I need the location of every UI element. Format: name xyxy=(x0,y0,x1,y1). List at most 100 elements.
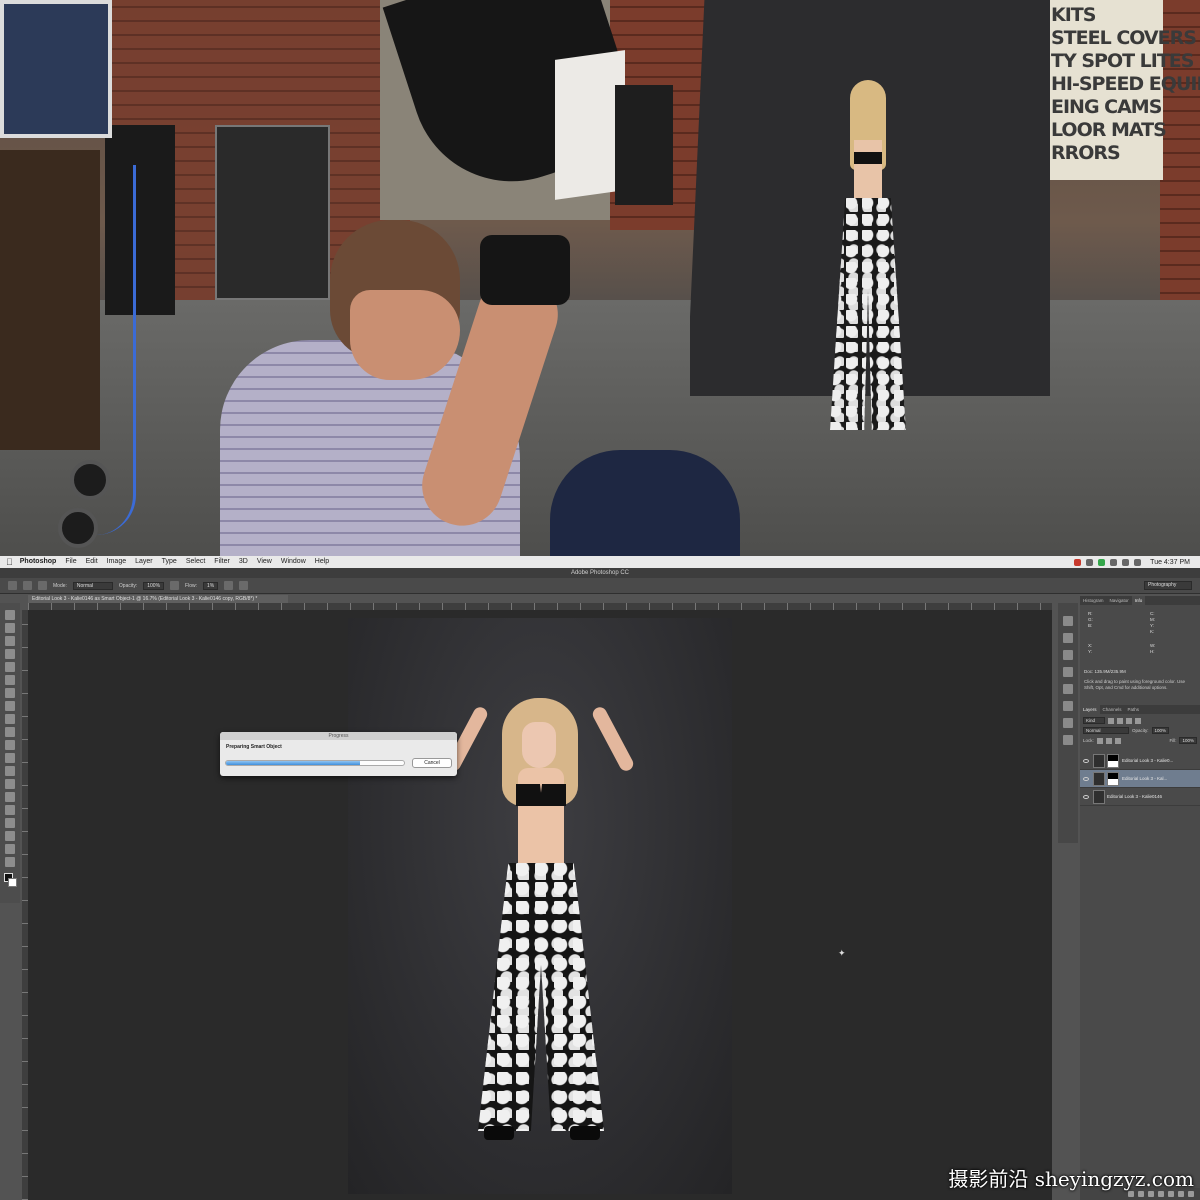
status-app-icon[interactable] xyxy=(1086,558,1094,566)
history-brush-tool-icon[interactable] xyxy=(5,727,15,737)
actions-panel-icon[interactable] xyxy=(1063,633,1073,643)
clone-stamp-tool-icon[interactable] xyxy=(5,714,15,724)
filter-adjustment-icon[interactable] xyxy=(1117,717,1123,724)
move-tool-icon[interactable] xyxy=(5,610,15,620)
layer-thumbnail xyxy=(1093,771,1105,786)
menu-image[interactable]: Image xyxy=(107,556,126,568)
lasso-tool-icon[interactable] xyxy=(5,636,15,646)
workspace-switcher[interactable]: Photography xyxy=(1144,581,1192,590)
quick-select-tool-icon[interactable] xyxy=(5,649,15,659)
progress-dialog: Progress Preparing Smart Object Cancel xyxy=(220,732,457,776)
eraser-tool-icon[interactable] xyxy=(5,740,15,750)
document-canvas[interactable] xyxy=(348,618,732,1194)
layer-thumbnail xyxy=(1093,753,1105,768)
menu-help[interactable]: Help xyxy=(315,556,329,568)
crop-tool-icon[interactable] xyxy=(5,662,15,672)
tab-navigator[interactable]: Navigator xyxy=(1107,596,1132,605)
visibility-eye-icon[interactable] xyxy=(1083,794,1089,799)
progress-message: Preparing Smart Object xyxy=(226,744,282,750)
menu-window[interactable]: Window xyxy=(281,556,306,568)
status-app-icon[interactable] xyxy=(1098,558,1106,566)
apple-icon[interactable]:  xyxy=(6,557,13,567)
pressure-size-icon[interactable] xyxy=(239,581,249,590)
menu-file[interactable]: File xyxy=(65,556,76,568)
document-tab[interactable]: Editorial Look 3 - Kalie0146 as Smart Ob… xyxy=(28,595,288,603)
brush-panel-icon[interactable] xyxy=(38,581,47,590)
pen-tool-icon[interactable] xyxy=(5,792,15,802)
filter-pixel-icon[interactable] xyxy=(1108,717,1114,724)
filter-type-icon[interactable] xyxy=(1126,717,1132,724)
info-cmyk: C: M: Y: K: xyxy=(1150,611,1155,634)
layer-filter-select[interactable]: Kind xyxy=(1083,717,1105,724)
brush-size-icon[interactable] xyxy=(23,581,32,590)
gradient-tool-icon[interactable] xyxy=(5,753,15,763)
info-panel-tabs: Histogram Navigator Info xyxy=(1080,596,1200,605)
layer-row[interactable]: Editorial Look 3 - Kalie0146 xyxy=(1080,788,1200,806)
layer-mask-thumbnail[interactable] xyxy=(1107,753,1119,768)
menu-edit[interactable]: Edit xyxy=(86,556,98,568)
layer-opacity-field[interactable]: 100% xyxy=(1151,727,1170,734)
photoshop-screen:  Photoshop File Edit Image Layer Type S… xyxy=(0,556,1200,1200)
wifi-icon[interactable] xyxy=(1110,558,1118,566)
menu-type[interactable]: Type xyxy=(162,556,177,568)
menu-view[interactable]: View xyxy=(257,556,272,568)
healing-brush-tool-icon[interactable] xyxy=(5,688,15,698)
airbrush-icon[interactable] xyxy=(224,581,234,590)
flow-field[interactable]: 1% xyxy=(203,581,219,590)
lock-all-icon[interactable] xyxy=(1114,737,1121,744)
cancel-button[interactable]: Cancel xyxy=(412,758,452,768)
adjustments-panel-icon[interactable] xyxy=(1063,684,1073,694)
canvas-area[interactable]: ✦ xyxy=(28,610,1052,1200)
sign-line: STEEL COVERS xyxy=(1051,27,1197,49)
battery-icon[interactable] xyxy=(1134,558,1142,566)
menu-select[interactable]: Select xyxy=(186,556,205,568)
menubar-clock[interactable]: Tue 4:37 PM xyxy=(1150,559,1190,566)
swatches-panel-icon[interactable] xyxy=(1063,735,1073,745)
tab-paths[interactable]: Paths xyxy=(1125,705,1143,714)
background-color-swatch[interactable] xyxy=(8,878,17,887)
lock-position-icon[interactable] xyxy=(1105,737,1112,744)
filter-shape-icon[interactable] xyxy=(1135,717,1141,724)
brush-tool-icon[interactable] xyxy=(5,701,15,711)
properties-panel-icon[interactable] xyxy=(1063,650,1073,660)
history-panel-icon[interactable] xyxy=(1063,616,1073,626)
opacity-field[interactable]: 100% xyxy=(143,581,165,590)
menu-3d[interactable]: 3D xyxy=(239,556,248,568)
brush-panel-icon[interactable] xyxy=(1063,667,1073,677)
eyedropper-tool-icon[interactable] xyxy=(5,675,15,685)
menu-layer[interactable]: Layer xyxy=(135,556,153,568)
tab-histogram[interactable]: Histogram xyxy=(1080,596,1107,605)
tab-channels[interactable]: Channels xyxy=(1100,705,1125,714)
type-tool-icon[interactable] xyxy=(5,805,15,815)
pressure-opacity-icon[interactable] xyxy=(170,581,180,590)
sign-line: EING CAMS xyxy=(1051,96,1162,118)
visibility-eye-icon[interactable] xyxy=(1083,776,1089,781)
character-panel-icon[interactable] xyxy=(1063,701,1073,711)
fill-field[interactable]: 100% xyxy=(1179,737,1197,744)
tab-info[interactable]: Info xyxy=(1131,596,1146,605)
lock-pixels-icon[interactable] xyxy=(1096,737,1103,744)
layer-row-selected[interactable]: Editorial Look 3 - Kal... xyxy=(1080,770,1200,788)
hand-tool-icon[interactable] xyxy=(5,844,15,854)
dodge-tool-icon[interactable] xyxy=(5,779,15,789)
zoom-tool-icon[interactable] xyxy=(5,857,15,867)
shape-tool-icon[interactable] xyxy=(5,831,15,841)
sign-line: LOOR MATS xyxy=(1051,119,1167,141)
layer-mask-thumbnail[interactable] xyxy=(1107,771,1119,786)
menu-filter[interactable]: Filter xyxy=(214,556,230,568)
brush-tool-preset-icon[interactable] xyxy=(8,581,17,590)
mode-select[interactable]: Normal xyxy=(72,581,113,590)
status-app-icon[interactable] xyxy=(1074,558,1082,566)
tab-layers[interactable]: Layers xyxy=(1080,705,1100,714)
menu-photoshop[interactable]: Photoshop xyxy=(20,556,57,568)
visibility-eye-icon[interactable] xyxy=(1083,758,1089,763)
layer-row[interactable]: Editorial Look 3 - Kalie0... xyxy=(1080,752,1200,770)
blur-tool-icon[interactable] xyxy=(5,766,15,776)
volume-icon[interactable] xyxy=(1122,558,1130,566)
paragraph-panel-icon[interactable] xyxy=(1063,718,1073,728)
sign-line: RRORS xyxy=(1051,142,1121,164)
path-select-tool-icon[interactable] xyxy=(5,818,15,828)
blend-mode-select[interactable]: Normal xyxy=(1083,727,1129,734)
marquee-tool-icon[interactable] xyxy=(5,623,15,633)
tools-panel xyxy=(0,603,20,903)
